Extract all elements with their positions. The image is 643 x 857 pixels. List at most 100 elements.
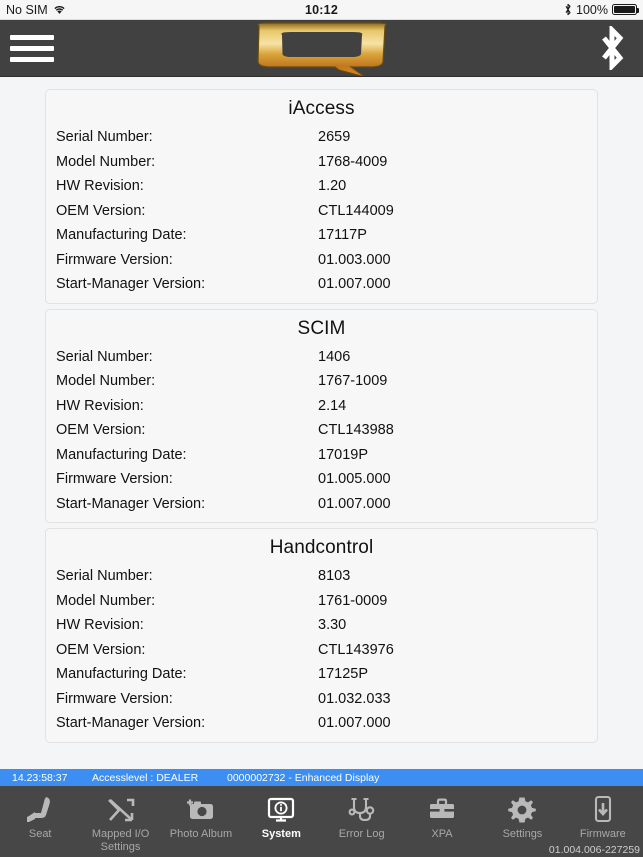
camera-icon — [185, 793, 217, 827]
tab-error-log[interactable]: Error Log — [322, 786, 402, 857]
info-row: OEM Version: CTL143976 — [46, 638, 597, 663]
gear-icon — [508, 793, 537, 827]
status-accesslevel: Accesslevel : DEALER — [92, 771, 199, 784]
ios-status-bar: No SIM 10:12 100% — [0, 0, 643, 20]
tab-label: Seat — [28, 828, 52, 840]
tab-seat[interactable]: Seat — [0, 786, 80, 857]
row-value: 01.032.033 — [318, 690, 391, 707]
status-timestamp: 14.23:58:37 — [12, 771, 68, 784]
row-value: 17125P — [318, 666, 368, 682]
tab-label: System — [261, 828, 301, 840]
info-row: Manufacturing Date: 17117P — [46, 223, 597, 248]
row-value: 8103 — [318, 568, 351, 584]
info-card-handcontrol: Handcontrol Serial Number: 8103 Model Num… — [45, 528, 598, 743]
battery-percent-label: 100% — [576, 2, 608, 17]
app-header — [0, 20, 643, 77]
row-value: CTL144009 — [318, 202, 394, 219]
info-row: Model Number: 1761-0009 — [46, 589, 597, 614]
row-value: CTL143976 — [318, 641, 394, 658]
row-label: Manufacturing Date: — [56, 446, 187, 463]
mapped-io-icon — [106, 793, 136, 827]
info-card-scim: SCIM Serial Number: 1406 Model Number: 176… — [45, 308, 598, 523]
briefcase-icon — [427, 793, 457, 827]
status-device: 0000002732 - Enhanced Display — [227, 771, 380, 784]
info-card-iaccess: iAccess Serial Number: 2659 Model Number:… — [45, 89, 598, 304]
info-row: HW Revision: 1.20 — [46, 174, 597, 199]
card-title: Handcontrol — [269, 537, 374, 558]
battery-full-icon — [612, 4, 639, 15]
info-row: Firmware Version: 01.032.033 — [46, 687, 597, 712]
tab-label: Photo Album — [169, 828, 233, 840]
row-value: CTL143988 — [318, 422, 394, 438]
row-value: 17019P — [318, 446, 368, 463]
row-value: 01.007.000 — [318, 715, 391, 731]
row-label: OEM Version: — [56, 202, 146, 219]
row-label: Manufacturing Date: — [56, 227, 187, 243]
row-value: 01.005.000 — [318, 471, 391, 487]
info-row: Serial Number: 2659 — [46, 125, 597, 150]
info-row: Serial Number: 1406 — [46, 345, 597, 370]
row-label: Firmware Version: — [56, 251, 173, 268]
bluetooth-icon — [564, 3, 572, 16]
ios-status-right: 100% — [564, 2, 639, 17]
app-version-label: 01.004.006-227259 — [548, 844, 640, 856]
row-value: 1768-4009 — [318, 153, 388, 170]
row-value: 17117P — [318, 227, 367, 243]
row-label: Start-Manager Version: — [56, 715, 206, 731]
q-logo — [0, 20, 643, 76]
seat-icon — [24, 793, 56, 827]
system-info-content: iAccess Serial Number: 2659 Model Number:… — [0, 77, 643, 769]
row-value: 2659 — [318, 129, 351, 145]
status-strip: 14.23:58:37 Accesslevel : DEALER 0000002… — [0, 769, 643, 786]
row-label: Model Number: — [56, 592, 156, 609]
row-label: Firmware Version: — [56, 690, 173, 707]
info-row: Model Number: 1767-1009 — [46, 369, 597, 394]
row-label: Serial Number: — [56, 129, 153, 145]
app-screen: No SIM 10:12 100% iAccess Serial Number:… — [0, 0, 643, 857]
row-label: Start-Manager Version: — [56, 276, 206, 292]
row-label: Model Number: — [56, 373, 156, 389]
info-row: Firmware Version: 01.005.000 — [46, 467, 597, 492]
row-label: Firmware Version: — [56, 471, 173, 487]
row-label: OEM Version: — [56, 641, 146, 658]
tab-mapped-io-settings[interactable]: Mapped I/O Settings — [80, 786, 160, 857]
info-row: OEM Version: CTL144009 — [46, 199, 597, 224]
info-row: Start-Manager Version: 01.007.000 — [46, 492, 597, 517]
info-row: Firmware Version: 01.003.000 — [46, 248, 597, 273]
tab-label: XPA — [431, 828, 453, 840]
info-row: Start-Manager Version: 01.007.000 — [46, 272, 597, 297]
phone-download-icon — [590, 793, 616, 827]
row-label: Serial Number: — [56, 348, 153, 365]
tab-xpa[interactable]: XPA — [402, 786, 482, 857]
row-label: OEM Version: — [56, 422, 146, 438]
row-value: 01.003.000 — [318, 251, 391, 268]
info-row: Serial Number: 8103 — [46, 564, 597, 589]
row-value: 1.20 — [318, 178, 347, 194]
row-value: 1767-1009 — [318, 373, 388, 389]
bluetooth-icon[interactable] — [595, 26, 629, 70]
info-row: HW Revision: 3.30 — [46, 613, 597, 638]
info-row: Model Number: 1768-4009 — [46, 150, 597, 175]
row-value: 2.14 — [318, 397, 347, 414]
row-value: 3.30 — [318, 617, 347, 633]
tab-label: Error Log — [338, 828, 385, 840]
row-value: 01.007.000 — [318, 276, 391, 292]
row-label: Start-Manager Version: — [56, 495, 206, 512]
tab-photo-album[interactable]: Photo Album — [161, 786, 241, 857]
hamburger-menu-icon[interactable] — [10, 34, 54, 62]
row-label: Manufacturing Date: — [56, 666, 187, 682]
row-label: Serial Number: — [56, 568, 153, 584]
card-title: iAccess — [288, 98, 355, 119]
row-value: 01.007.000 — [318, 495, 391, 512]
bottom-tab-bar: Seat Mapped I/O Settings Photo Album Sys… — [0, 786, 643, 857]
row-label: HW Revision: — [56, 178, 144, 194]
info-row: HW Revision: 2.14 — [46, 394, 597, 419]
tab-label: Settings — [502, 828, 543, 840]
row-value: 1406 — [318, 348, 351, 365]
info-row: Manufacturing Date: 17125P — [46, 662, 597, 687]
tab-system[interactable]: System — [241, 786, 321, 857]
ios-clock: 10:12 — [305, 2, 338, 17]
stethoscope-icon — [347, 793, 377, 827]
row-label: Model Number: — [56, 153, 156, 170]
tab-label: Mapped I/O Settings — [91, 828, 150, 853]
